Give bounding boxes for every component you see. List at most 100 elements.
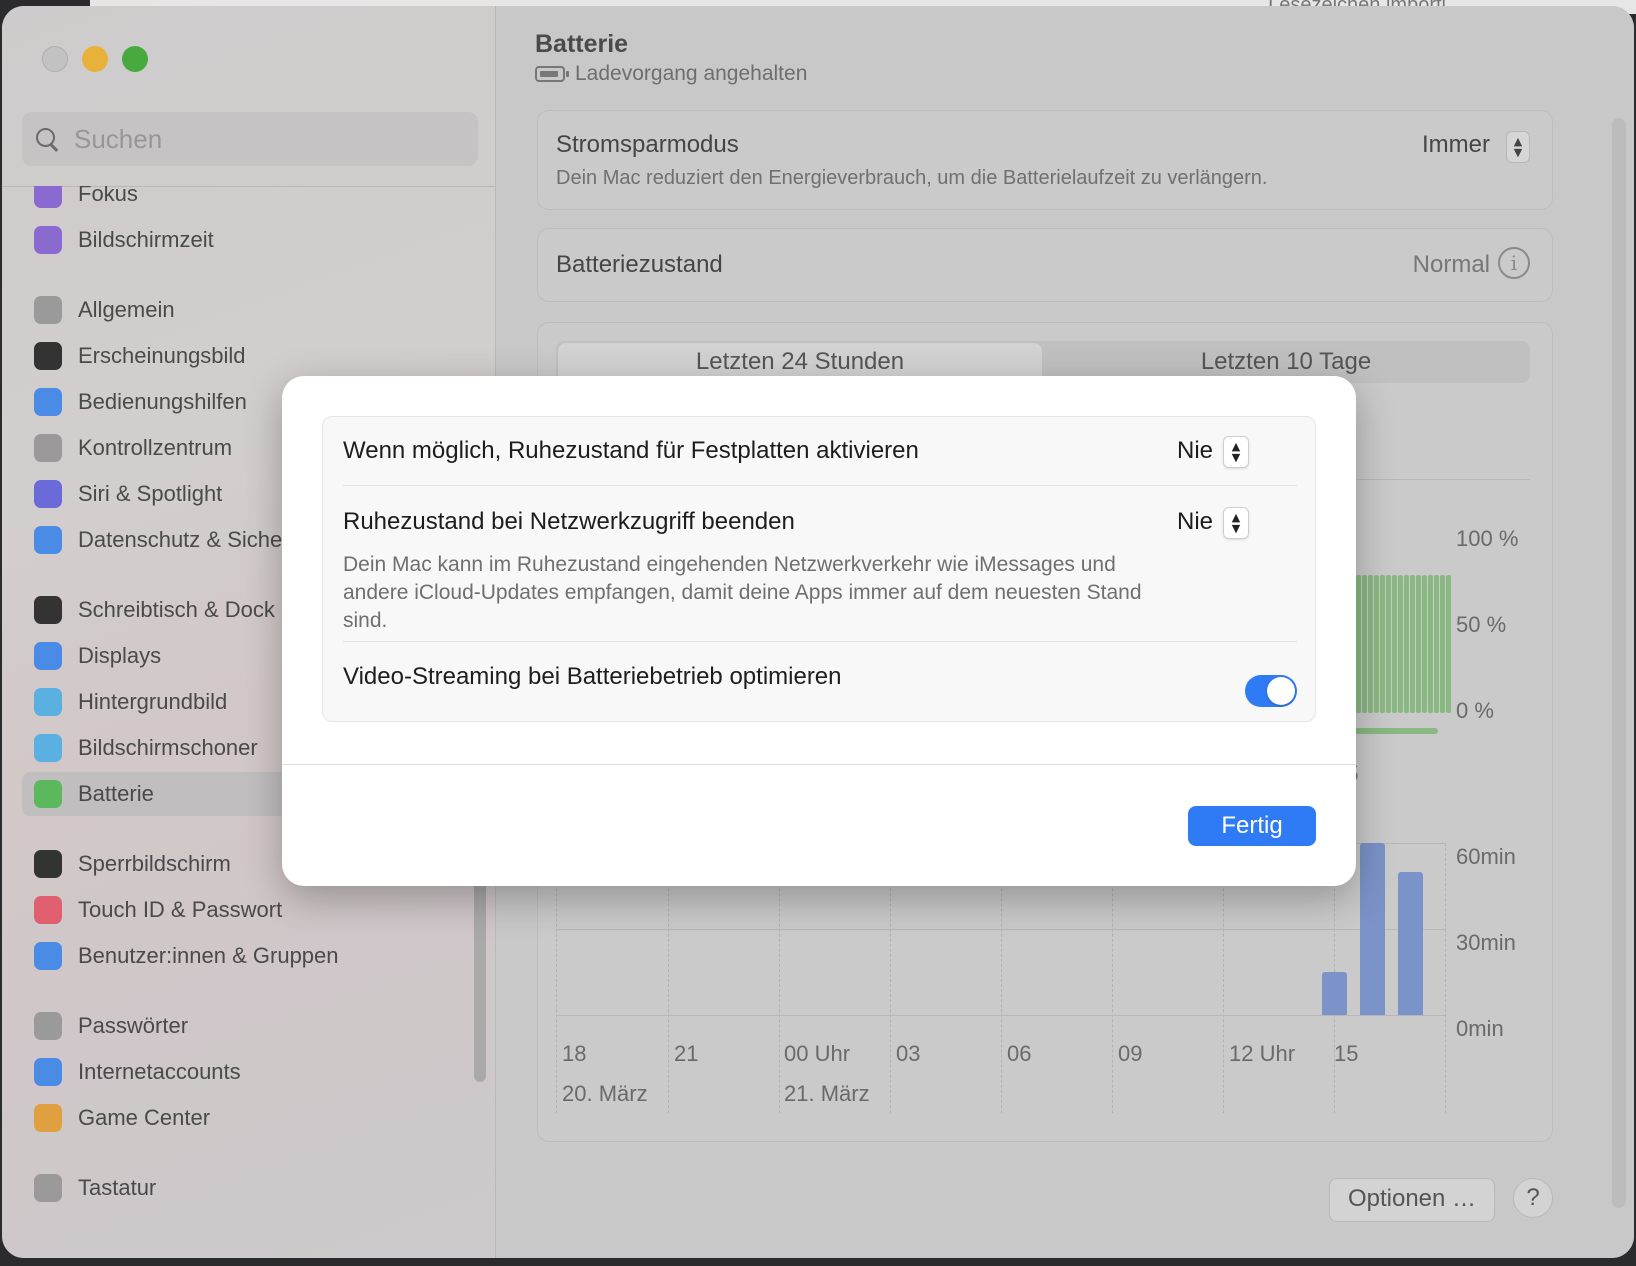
disk-sleep-stepper[interactable]: ▲ ▼	[1223, 436, 1249, 468]
usage-axis-label: 60min	[1456, 844, 1516, 869]
battery-level-bar	[1416, 575, 1421, 713]
options-button[interactable]: Optionen …	[1329, 1178, 1495, 1222]
search-input[interactable]	[74, 123, 434, 155]
sidebar-scrollbar[interactable]	[474, 856, 486, 1082]
row-divider	[343, 485, 1297, 486]
power-mode-stepper[interactable]: ▲ ▼	[1506, 131, 1530, 163]
battery-level-bar	[1356, 575, 1361, 713]
moon-icon	[34, 186, 62, 208]
sidebar-item-label: Touch ID & Passwort	[78, 897, 283, 922]
users-icon	[34, 942, 62, 970]
minimize-window-button[interactable]	[82, 46, 108, 72]
power-mode-value[interactable]: Immer	[1422, 131, 1490, 159]
accessibility-icon	[34, 388, 62, 416]
sidebar-item[interactable]: Bildschirmzeit	[22, 218, 478, 262]
main-scrollbar[interactable]	[1612, 118, 1626, 1208]
appearance-icon	[34, 342, 62, 370]
sidebar-item[interactable]: Tastatur	[22, 1166, 478, 1210]
wake-network-value[interactable]: Nie	[1177, 508, 1213, 536]
zoom-window-button[interactable]	[122, 46, 148, 72]
sidebar-item[interactable]: Fokus	[22, 186, 478, 216]
screensaver-icon	[34, 734, 62, 762]
time-axis-label: 21	[674, 1041, 699, 1066]
chevron-down-icon: ▼	[1231, 451, 1241, 464]
sidebar-item-label: Erscheinungsbild	[78, 343, 246, 368]
video-streaming-toggle[interactable]	[1245, 675, 1297, 707]
battery-level-bar	[1362, 575, 1367, 713]
time-axis-label: 00 Uhr	[784, 1041, 851, 1066]
sun-icon	[34, 642, 62, 670]
wake-network-stepper[interactable]: ▲ ▼	[1223, 507, 1249, 539]
help-button[interactable]: ?	[1513, 1178, 1553, 1218]
key-icon	[34, 1012, 62, 1040]
battery-health-card: Batteriezustand Normal i	[537, 228, 1553, 302]
sidebar-item-label: Displays	[78, 643, 162, 668]
disk-sleep-label: Wenn möglich, Ruhezustand für Festplatte…	[343, 437, 919, 464]
battery-health-value: Normal	[1412, 251, 1490, 278]
sidebar-item[interactable]: Touch ID & Passwort	[22, 888, 478, 932]
gamecenter-icon	[34, 1104, 62, 1132]
sidebar-item-label: Bedienungshilfen	[78, 389, 247, 414]
power-mode-card: Stromsparmodus Immer ▲ ▼ Dein Mac reduzie…	[537, 110, 1553, 210]
sidebar-item[interactable]: Game Center	[22, 1096, 478, 1140]
sidebar-item-label: Batterie	[78, 781, 154, 806]
page-subtitle: Ladevorgang angehalten	[535, 62, 807, 86]
sheet-divider	[282, 764, 1356, 765]
toggle-knob	[1267, 677, 1295, 705]
chevron-down-icon: ▼	[1231, 522, 1241, 535]
hourglass-icon	[34, 226, 62, 254]
info-icon[interactable]: i	[1498, 247, 1530, 279]
sidebar-item-label: Bildschirmzeit	[78, 227, 214, 252]
battery-level-bar	[1380, 575, 1385, 713]
sidebar-item-label: Internetaccounts	[78, 1059, 241, 1084]
wake-network-label: Ruhezustand bei Netzwerkzugriff beenden	[343, 508, 795, 535]
level-axis-label: 0 %	[1456, 698, 1494, 723]
sidebar-item-label: Allgemein	[78, 297, 175, 322]
options-sheet: Wenn möglich, Ruhezustand für Festplatte…	[282, 376, 1356, 886]
date-label: 21. März	[784, 1081, 870, 1106]
row-divider	[343, 641, 1297, 642]
chart-gridline	[556, 929, 1446, 930]
battery-level-bar	[1434, 575, 1439, 713]
chart-gridline	[1445, 843, 1446, 1113]
power-mode-title: Stromsparmodus	[556, 131, 739, 158]
sidebar-item[interactable]: Benutzer:innen & Gruppen	[22, 934, 478, 978]
time-axis-label: 09	[1118, 1041, 1143, 1066]
done-button[interactable]: Fertig	[1188, 806, 1316, 846]
time-axis-label: 15	[1334, 1041, 1359, 1066]
disk-sleep-value[interactable]: Nie	[1177, 437, 1213, 465]
power-mode-description: Dein Mac reduziert den Energieverbrauch,…	[556, 167, 1268, 189]
sidebar-item[interactable]: Passwörter	[22, 1004, 478, 1048]
keyboard-icon	[34, 1174, 62, 1202]
toggles-icon	[34, 434, 62, 462]
battery-level-bar	[1422, 575, 1427, 713]
time-axis-label: 03	[896, 1041, 921, 1066]
search-field[interactable]	[22, 112, 478, 166]
battery-level-bar	[1374, 575, 1379, 713]
sidebar-item-label: Benutzer:innen & Gruppen	[78, 943, 339, 968]
sidebar-item[interactable]: Erscheinungsbild	[22, 334, 478, 378]
wake-network-description: Dein Mac kann im Ruhezustand eingehenden…	[343, 553, 1142, 632]
siri-icon	[34, 480, 62, 508]
battery-level-bar	[1410, 575, 1415, 713]
sidebar-item-label: Passwörter	[78, 1013, 189, 1038]
date-label: 20. März	[562, 1081, 648, 1106]
chevron-down-icon: ▼	[1513, 146, 1523, 159]
charging-status: Ladevorgang angehalten	[575, 62, 808, 85]
sidebar-item-label: Sperrbildschirm	[78, 851, 231, 876]
sidebar-item-label: Kontrollzentrum	[78, 435, 233, 460]
level-axis-label: 100 %	[1456, 526, 1519, 551]
battery-health-title: Batteriezustand	[556, 251, 723, 278]
sidebar-item-label: Siri & Spotlight	[78, 481, 223, 506]
lock-icon	[34, 850, 62, 878]
sidebar-item-label: Game Center	[78, 1105, 211, 1130]
level-axis-label: 50 %	[1456, 612, 1507, 637]
video-streaming-label: Video-Streaming bei Batteriebetrieb opti…	[343, 663, 842, 690]
close-window-button[interactable]	[42, 46, 68, 72]
hand-icon	[34, 526, 62, 554]
sidebar-item[interactable]: Allgemein	[22, 288, 478, 332]
battery-charging-icon	[535, 66, 569, 82]
search-icon	[36, 128, 58, 150]
sidebar-item[interactable]: Internetaccounts	[22, 1050, 478, 1094]
sidebar-item-label: Tastatur	[78, 1175, 157, 1200]
